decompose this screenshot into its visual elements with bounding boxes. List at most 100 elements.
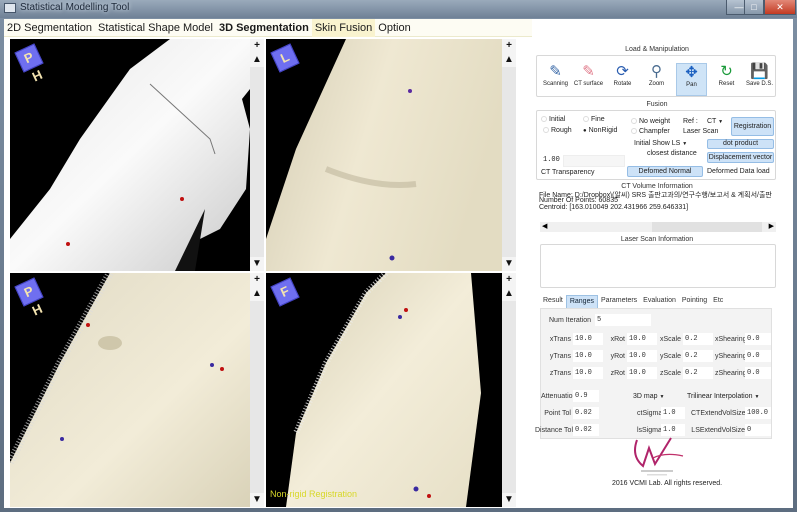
skin-points-render <box>10 273 250 507</box>
initial-radio[interactable]: Initial <box>541 116 565 123</box>
viewport-bottom-left[interactable]: P H <box>10 273 250 507</box>
viewport-top-left-scrollbar[interactable]: + ▲ ▼ <box>250 39 264 271</box>
scanning-button[interactable]: ✎ Scanning <box>540 63 571 96</box>
menu-3d-segmentation[interactable]: 3D Segmentation <box>216 19 312 37</box>
deformed-data-load-label[interactable]: Deformed Data load <box>707 168 770 175</box>
rotate-button[interactable]: ⟳ Rotate <box>607 63 638 96</box>
add-icon[interactable]: + <box>250 273 264 287</box>
ref-select[interactable]: CT ▼ <box>707 118 723 125</box>
transparency-slider[interactable] <box>563 155 625 167</box>
ct-sigma-input[interactable]: 1.0 <box>661 407 685 419</box>
ytrans-input[interactable]: 10.0 <box>573 350 603 362</box>
xtrans-input[interactable]: 10.0 <box>573 333 603 345</box>
deformed-normal-button[interactable]: Defomed Normal <box>627 166 703 177</box>
pan-button[interactable]: ✥ Pan <box>676 63 707 96</box>
viewport-top-right-scrollbar[interactable]: + ▲ ▼ <box>502 39 516 271</box>
viewport-bottom-right-scrollbar[interactable]: + ▲ ▼ <box>502 273 516 507</box>
xshearing-input[interactable]: 0.0 <box>745 333 771 345</box>
maximize-button[interactable]: □ <box>744 0 764 15</box>
menu-skin-fusion[interactable]: Skin Fusion <box>311 18 376 37</box>
ct-number-of-points: Number Of Points: 60835 <box>539 197 618 204</box>
dot-product-button[interactable]: dot product <box>707 139 774 149</box>
landmark-point <box>389 255 395 261</box>
save-icon: 💾 <box>750 63 769 80</box>
scroll-down-icon[interactable]: ▼ <box>250 257 264 271</box>
yscale-input[interactable]: 0.2 <box>683 350 713 362</box>
zoom-button[interactable]: ⚲ Zoom <box>641 63 672 96</box>
registration-status-text: Non-rigid Registration <box>270 489 358 499</box>
xrot-input[interactable]: 10.0 <box>627 333 657 345</box>
reset-button[interactable]: ↻ Reset <box>711 63 742 96</box>
scroll-left-icon[interactable]: ◀ <box>542 222 547 230</box>
zoom-icon: ⚲ <box>651 63 662 80</box>
ct-transparency-label: CT Transparency <box>541 169 595 176</box>
dropdown-icon: ▼ <box>754 394 760 400</box>
champfer-radio[interactable]: Champfer <box>631 128 670 135</box>
tab-pointing[interactable]: Pointing <box>679 295 710 308</box>
nonrigid-radio[interactable]: ● NonRigid <box>583 127 617 134</box>
displacement-vector-button[interactable]: Displacement vector <box>707 152 774 163</box>
tab-evaluation[interactable]: Evaluation <box>640 295 679 308</box>
parameter-tabs: Result Ranges Parameters Evaluation Poin… <box>540 295 726 308</box>
menu-option[interactable]: Option <box>375 19 413 37</box>
ct-info-hscrollbar[interactable]: ◀ ▶ <box>540 222 776 232</box>
map-select[interactable]: 3D map ▼ <box>633 393 664 400</box>
ls-extend-input[interactable]: 0 <box>745 424 771 436</box>
menu-statistical-shape-model[interactable]: Statistical Shape Model <box>95 19 216 37</box>
pan-icon: ✥ <box>685 64 698 81</box>
zscale-input[interactable]: 0.2 <box>683 367 713 379</box>
scroll-down-icon[interactable]: ▼ <box>250 493 264 507</box>
ranges-panel: Num Iteration 5 xTrans 10.0 xRot 10.0 xS… <box>535 308 772 439</box>
xscale-input[interactable]: 0.2 <box>683 333 713 345</box>
distance-tol-input[interactable]: 0.02 <box>573 424 599 436</box>
viewport-top-right[interactable]: L <box>266 39 502 271</box>
ct-surface-button[interactable]: ✎ CT surface <box>573 63 604 96</box>
num-iteration-input[interactable]: 5 <box>595 314 651 326</box>
registration-button[interactable]: Registration <box>731 117 774 136</box>
point-tol-input[interactable]: 0.02 <box>573 407 599 419</box>
yrot-input[interactable]: 10.0 <box>627 350 657 362</box>
vcmi-logo <box>634 437 684 476</box>
initial-show-ls-select[interactable]: Initial Show LS ▼ <box>634 140 687 147</box>
tab-parameters[interactable]: Parameters <box>598 295 640 308</box>
point-tol-label: Point Tol <box>544 410 571 417</box>
distance-tol-label: Distance Tol <box>535 427 574 434</box>
title-bar[interactable]: Statistical Modelling Tool — □ ✕ <box>0 0 797 18</box>
ztrans-input[interactable]: 10.0 <box>573 367 603 379</box>
scroll-up-icon[interactable]: ▲ <box>250 53 264 67</box>
fine-radio[interactable]: Fine <box>583 116 605 123</box>
close-button[interactable]: ✕ <box>764 0 796 15</box>
yrot-label: yRot <box>610 353 625 360</box>
ct-extend-input[interactable]: 100.0 <box>745 407 771 419</box>
zshearing-label: zShearing <box>715 370 747 377</box>
scroll-down-icon[interactable]: ▼ <box>502 493 516 507</box>
viewport-bottom-left-scrollbar[interactable]: + ▲ ▼ <box>250 273 264 507</box>
attenuation-input[interactable]: 0.9 <box>573 390 599 402</box>
save-ds-button[interactable]: 💾 Save D.S. <box>744 63 775 96</box>
zshearing-input[interactable]: 0.0 <box>745 367 771 379</box>
scroll-up-icon[interactable]: ▲ <box>502 287 516 301</box>
rough-radio[interactable]: Rough <box>543 127 572 134</box>
scroll-up-icon[interactable]: ▲ <box>502 53 516 67</box>
scroll-up-icon[interactable]: ▲ <box>250 287 264 301</box>
menu-2d-segmentation[interactable]: 2D Segmentation <box>4 19 95 37</box>
no-weight-radio[interactable]: No weight <box>631 118 670 125</box>
add-icon[interactable]: + <box>502 273 516 287</box>
yshearing-input[interactable]: 0.0 <box>745 350 771 362</box>
yscale-label: yScale <box>659 353 681 360</box>
scroll-right-icon[interactable]: ▶ <box>769 222 774 230</box>
zrot-input[interactable]: 10.0 <box>627 367 657 379</box>
tab-result[interactable]: Result <box>540 295 566 308</box>
add-icon[interactable]: + <box>250 39 264 53</box>
scroll-thumb[interactable] <box>652 222 762 232</box>
scroll-down-icon[interactable]: ▼ <box>502 257 516 271</box>
viewport-bottom-right[interactable]: F Non-rigid Registration <box>266 273 502 507</box>
tab-ranges[interactable]: Ranges <box>565 295 598 308</box>
interpolation-select[interactable]: Trilinear Interpolation ▼ <box>687 393 759 400</box>
add-icon[interactable]: + <box>502 39 516 53</box>
closest-distance-label: closest distance <box>647 150 697 157</box>
landmark-point <box>66 242 70 246</box>
tab-etc[interactable]: Etc <box>710 295 726 308</box>
viewport-top-left[interactable]: P H <box>10 39 250 271</box>
dropdown-icon: ▼ <box>682 141 688 147</box>
